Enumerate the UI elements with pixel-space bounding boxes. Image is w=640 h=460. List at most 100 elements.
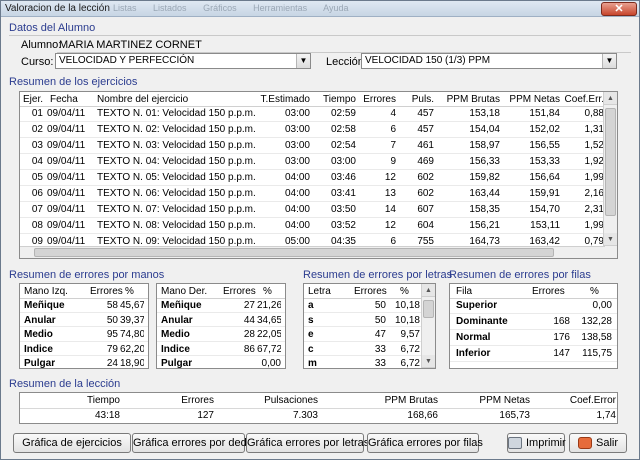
table-row-cell[interactable]: TEXTO N. 07: Velocidad 150 p.p.m. (T: ..…	[97, 204, 257, 215]
table-row-cell[interactable]: 156,55	[504, 140, 560, 151]
column-header[interactable]: Ejer.	[23, 94, 49, 105]
table-row-cell[interactable]: 1,31	[562, 124, 604, 135]
column-header[interactable]: Errores	[532, 286, 572, 297]
table-row-cell[interactable]: 33	[354, 344, 386, 355]
table-row-cell[interactable]: Anular	[24, 315, 84, 326]
table-row-cell[interactable]: 607	[400, 204, 434, 215]
table-row-cell[interactable]: Superior	[456, 300, 526, 311]
column-header[interactable]: Letra	[308, 286, 348, 297]
table-row-cell[interactable]: 03	[23, 140, 43, 151]
ejercicios-vertical-scrollbar[interactable]: ▲ ▼	[603, 92, 617, 258]
chevron-down-icon[interactable]: ▼	[296, 54, 310, 68]
table-row-cell[interactable]: 24	[84, 358, 118, 368]
column-header[interactable]: %	[263, 286, 281, 297]
mano-izq-grid[interactable]: Mano Izq. Errores % Meñique 58 45,67 Anular…	[19, 283, 149, 369]
table-row-cell[interactable]: 03:00	[320, 156, 356, 167]
column-header[interactable]: Mano Der.	[161, 286, 221, 297]
table-row-cell[interactable]: 18,90	[120, 358, 144, 368]
table-row-cell[interactable]: 39,37	[120, 315, 144, 326]
table-row-cell[interactable]: 153,11	[504, 220, 560, 231]
table-row-cell[interactable]: 02:59	[320, 108, 356, 119]
table-row-cell[interactable]: 03:50	[320, 204, 356, 215]
table-row-cell[interactable]: s	[308, 315, 348, 326]
table-row-cell[interactable]: 10,18	[388, 300, 420, 311]
column-header[interactable]: Errores	[90, 286, 124, 297]
table-row-cell[interactable]: 9,57	[388, 329, 420, 340]
table-row-cell[interactable]: 153,18	[438, 108, 500, 119]
table-row-cell[interactable]: 7	[358, 140, 396, 151]
table-row-cell[interactable]: TEXTO N. 08: Velocidad 150 p.p.m. (T: ..…	[97, 220, 257, 231]
table-row-cell[interactable]: 03:41	[320, 188, 356, 199]
table-row-cell[interactable]: 159,91	[504, 188, 560, 199]
table-row-cell[interactable]: TEXTO N. 05: Velocidad 150 p.p.m. (T: ..…	[97, 172, 257, 183]
table-row-cell[interactable]: 07	[23, 204, 43, 215]
table-row-cell[interactable]: 461	[400, 140, 434, 151]
table-row-cell[interactable]: 153,33	[504, 156, 560, 167]
table-row-cell[interactable]: 13	[358, 188, 396, 199]
table-row-cell[interactable]: 469	[400, 156, 434, 167]
column-header[interactable]: PPM Brutas	[438, 94, 500, 105]
table-row-cell[interactable]: TEXTO N. 01: Velocidad 150 p.p.m. (T: ..…	[97, 108, 257, 119]
table-row-cell[interactable]: 147	[530, 348, 570, 359]
table-row-cell[interactable]: 154,04	[438, 124, 500, 135]
table-row-cell[interactable]: 12	[358, 220, 396, 231]
filas-grid[interactable]: Fila Errores % Superior 0,00 Dominante 168 1…	[449, 283, 618, 369]
table-row-cell[interactable]: 152,02	[504, 124, 560, 135]
table-row-cell[interactable]: 79	[84, 344, 118, 355]
table-row-cell[interactable]: 09/04/11	[47, 140, 95, 151]
table-row-cell[interactable]: e	[308, 329, 348, 340]
table-row-cell[interactable]: 67,72	[257, 344, 281, 355]
table-row-cell[interactable]: 06	[23, 188, 43, 199]
table-row-cell[interactable]: TEXTO N. 04: Velocidad 150 p.p.m. (T: ..…	[97, 156, 257, 167]
table-row-cell[interactable]: Anular	[161, 315, 221, 326]
table-row-cell[interactable]: 04:00	[258, 220, 310, 231]
table-row-cell[interactable]: Meñique	[161, 300, 221, 311]
table-row-cell[interactable]: 50	[84, 315, 118, 326]
scroll-up-icon[interactable]: ▲	[604, 92, 617, 105]
scroll-down-icon[interactable]: ▼	[422, 355, 435, 368]
table-row-cell[interactable]: 08	[23, 220, 43, 231]
column-header[interactable]: %	[590, 286, 608, 297]
table-row-cell[interactable]: 457	[400, 124, 434, 135]
table-row-cell[interactable]: Inferior	[456, 348, 526, 359]
table-row-cell[interactable]: 115,75	[572, 348, 612, 359]
table-row-cell[interactable]: 27	[221, 300, 255, 311]
table-row-cell[interactable]: 10,18	[388, 315, 420, 326]
table-row-cell[interactable]: 457	[400, 108, 434, 119]
column-header[interactable]: T.Estimado	[258, 94, 310, 105]
table-row-cell[interactable]: 03:00	[258, 140, 310, 151]
table-row-cell[interactable]: 1,92	[562, 156, 604, 167]
scroll-down-icon[interactable]: ▼	[604, 233, 617, 246]
chevron-down-icon[interactable]: ▼	[602, 54, 616, 68]
table-row-cell[interactable]: 04:00	[258, 172, 310, 183]
column-header[interactable]: Errores	[358, 94, 396, 105]
table-row-cell[interactable]: Normal	[456, 332, 526, 343]
scroll-thumb[interactable]	[605, 108, 616, 216]
table-row-cell[interactable]: 156,64	[504, 172, 560, 183]
table-row-cell[interactable]: 138,58	[572, 332, 612, 343]
table-row-cell[interactable]: TEXTO N. 02: Velocidad 150 p.p.m. (T: ..…	[97, 124, 257, 135]
column-header[interactable]: Mano Izq.	[24, 286, 84, 297]
table-row-cell[interactable]: 09/04/11	[47, 188, 95, 199]
table-row-cell[interactable]: Medio	[161, 329, 221, 340]
table-row-cell[interactable]: 33	[354, 358, 386, 368]
table-row-cell[interactable]: 4	[358, 108, 396, 119]
table-row-cell[interactable]: 0,88	[562, 108, 604, 119]
grafica-dedos-button[interactable]: Gráfica errores por dedos	[132, 433, 258, 453]
table-row-cell[interactable]: Pulgar	[161, 358, 221, 368]
column-header[interactable]: Tiempo	[320, 94, 356, 105]
table-row-cell[interactable]: 03:00	[258, 156, 310, 167]
table-row-cell[interactable]: 158,35	[438, 204, 500, 215]
table-row-cell[interactable]: 132,28	[572, 316, 612, 327]
table-row-cell[interactable]: 09/04/11	[47, 220, 95, 231]
table-row-cell[interactable]: TEXTO N. 03: Velocidad 150 p.p.m. (T: ..…	[97, 140, 257, 151]
table-row-cell[interactable]: 04:00	[258, 204, 310, 215]
table-row-cell[interactable]: 02	[23, 124, 43, 135]
column-header[interactable]: Puls.	[400, 94, 434, 105]
table-row-cell[interactable]: c	[308, 344, 348, 355]
column-header[interactable]: Errores	[223, 286, 257, 297]
table-row-cell[interactable]: m	[308, 358, 348, 368]
table-row-cell[interactable]: 09/04/11	[47, 108, 95, 119]
column-header[interactable]: Errores	[354, 286, 394, 297]
curso-select[interactable]: VELOCIDAD Y PERFECCIÓN ▼	[55, 53, 311, 69]
